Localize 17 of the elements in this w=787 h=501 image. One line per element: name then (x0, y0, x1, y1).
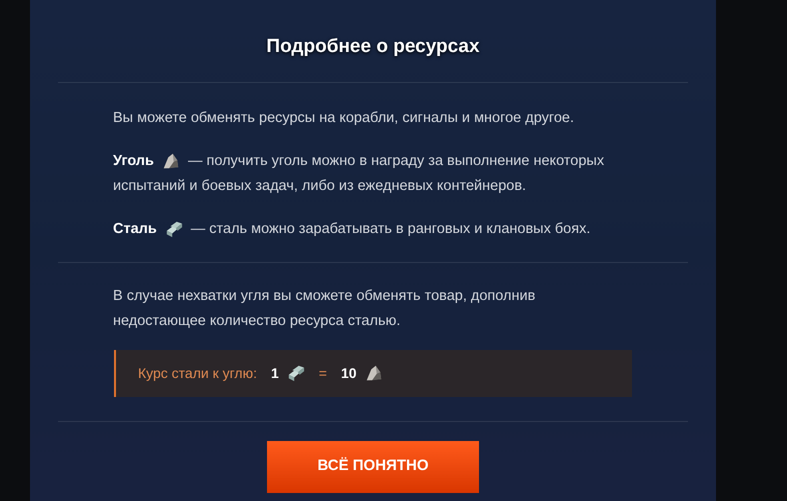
ingots-icon (164, 220, 183, 238)
resource-description: — получить уголь можно в награду за выполнение некоторых (188, 152, 604, 170)
resource-description: — сталь можно зарабатывать в ранговых и клановых боях. (190, 220, 590, 238)
resource-name: Уголь (113, 152, 154, 170)
rock-icon (364, 364, 383, 382)
exchange-rate-label: Курс стали к углю: (138, 364, 257, 383)
ingots-icon (286, 364, 305, 382)
dialog-title: Подробнее о ресурсах (266, 35, 480, 59)
equals-sign: = (318, 364, 327, 382)
confirm-button[interactable]: ВСЁ ПОНЯТНО (267, 440, 479, 492)
resource-name: Сталь (113, 220, 157, 238)
amount-text: 1 (270, 364, 279, 382)
note-text: В случае нехватки угля вы сможете обменять товар, дополнив недостающее количество ресурса сталью. (113, 286, 536, 330)
amount-text: 10 (340, 364, 357, 382)
rock-icon (162, 152, 180, 170)
intro-text: Вы можете обменять ресурсы на корабли, сигналы и многое другое. (113, 108, 575, 128)
resource-description: испытаний и боевых задач, либо из ежедневых контейнеров. (113, 176, 526, 196)
